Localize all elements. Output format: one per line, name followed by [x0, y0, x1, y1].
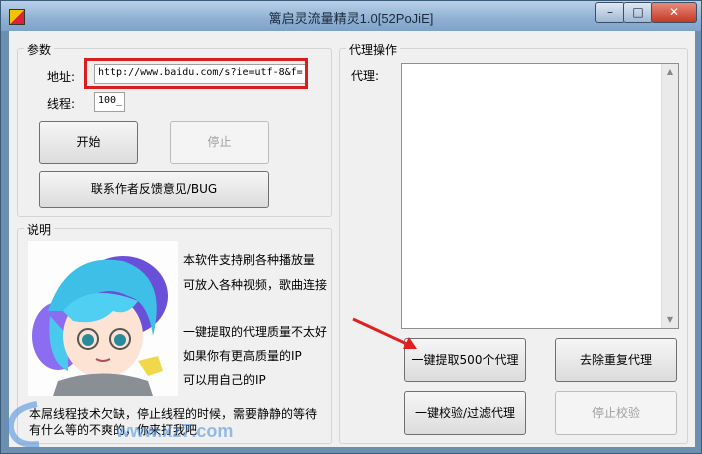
remove-duplicates-button[interactable]: 去除重复代理	[555, 338, 677, 382]
description-line-4: 一键提取的代理质量不太好	[183, 325, 328, 339]
threads-input[interactable]: 100_	[94, 92, 125, 112]
highlight-box	[84, 58, 308, 89]
scroll-down-icon[interactable]: ▼	[665, 315, 675, 325]
description-line-1: 本软件支持刷各种播放量	[183, 253, 316, 267]
description-line-5: 如果你有更高质量的IP	[183, 349, 302, 363]
client-area: 参数 地址: http://www.baidu.com/s?ie=utf-8&f…	[9, 31, 695, 447]
watermark-logo	[7, 399, 43, 449]
stop-verify-button[interactable]: 停止校验	[555, 391, 677, 435]
title-bar[interactable]: 篱启灵流量精灵1.0[52PoJiE] – □ ✕	[1, 1, 701, 31]
stop-button[interactable]: 停止	[170, 121, 269, 164]
threads-label: 线程:	[47, 97, 76, 111]
app-window: 篱启灵流量精灵1.0[52PoJiE] – □ ✕ 参数 地址: http://…	[0, 0, 702, 454]
proxy-group-label: 代理操作	[346, 41, 401, 58]
maximize-button[interactable]: □	[623, 2, 653, 23]
description-footer-line-1: 本屌线程技术欠缺，停止线程的时候，需要静静的等待	[29, 407, 318, 421]
proxy-list-scrollbar[interactable]: ▲ ▼	[661, 64, 678, 328]
proxy-list[interactable]: ▲ ▼	[401, 63, 679, 329]
scroll-up-icon[interactable]: ▲	[665, 67, 675, 77]
watermark-text: www.xz7.com	[116, 421, 234, 441]
verify-proxies-button[interactable]: 一键校验/过滤代理	[404, 391, 526, 435]
description-line-6: 可以用自己的IP	[183, 373, 266, 387]
contact-author-button[interactable]: 联系作者反馈意见/BUG	[39, 171, 269, 208]
extract-proxies-button[interactable]: 一键提取500个代理	[404, 338, 526, 382]
anime-avatar-image	[28, 241, 178, 396]
params-group-label: 参数	[24, 41, 55, 58]
description-line-2: 可放入各种视频，歌曲连接	[183, 278, 328, 292]
close-button[interactable]: ✕	[651, 2, 697, 23]
proxy-label: 代理:	[351, 69, 380, 83]
start-button[interactable]: 开始	[39, 121, 138, 164]
red-arrow-annotation	[352, 317, 417, 349]
minimize-button[interactable]: –	[595, 2, 625, 23]
description-group-label: 说明	[24, 221, 55, 238]
address-label: 地址:	[47, 70, 76, 84]
